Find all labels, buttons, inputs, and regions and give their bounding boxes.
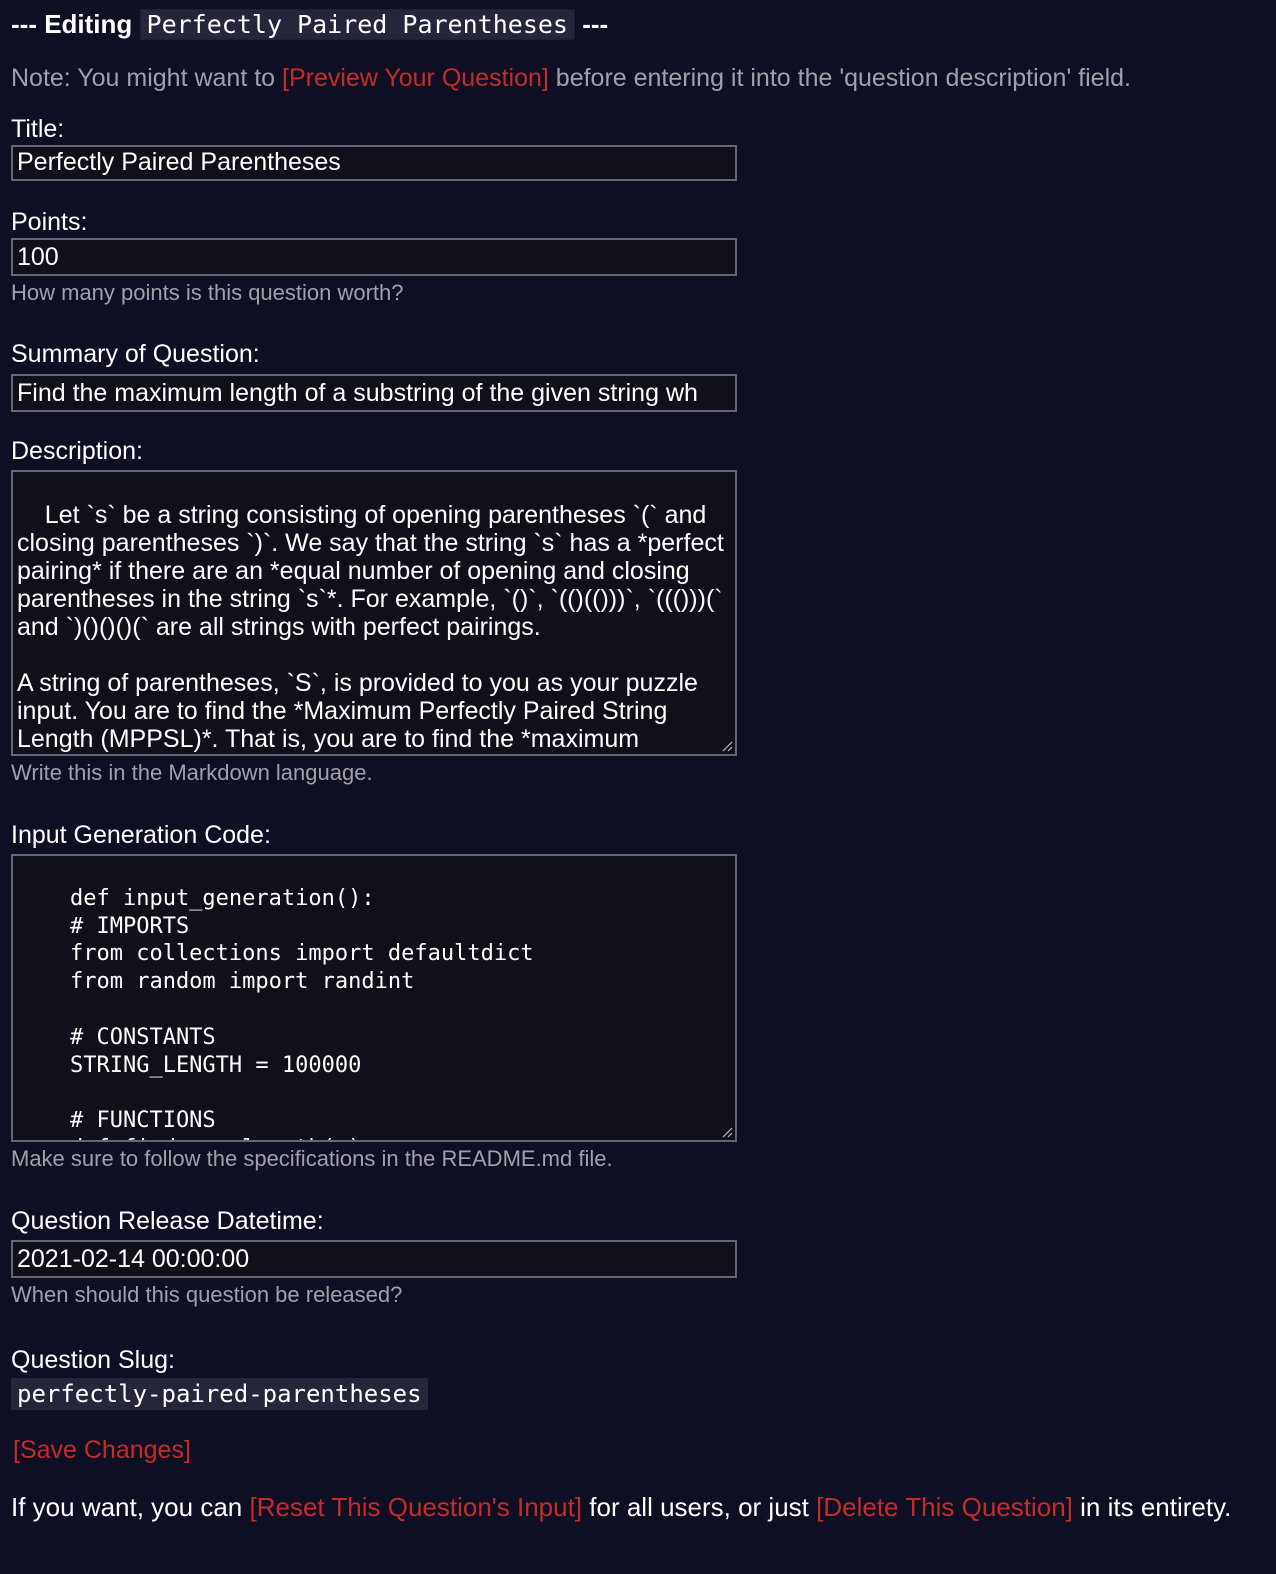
summary-input[interactable]: Find the maximum length of a substring o…: [11, 374, 737, 412]
description-textarea[interactable]: Let `s` be a string consisting of openin…: [11, 470, 737, 756]
page-title-suffix: ---: [582, 9, 609, 39]
title-input[interactable]: Perfectly Paired Parentheses: [11, 145, 737, 181]
edit-question-page: --- Editing Perfectly Paired Parentheses…: [0, 0, 1276, 1524]
points-label: Points:: [11, 208, 88, 236]
delete-question-link[interactable]: [Delete This Question]: [816, 1492, 1073, 1522]
title-label: Title:: [11, 115, 65, 143]
preview-note-before: Note: You might want to: [11, 64, 276, 92]
preview-note: Note: You might want to [Preview Your Qu…: [11, 61, 1265, 95]
title-input-value: Perfectly Paired Parentheses: [17, 148, 341, 176]
question-name-code: Perfectly Paired Parentheses: [139, 9, 575, 40]
resize-grip-icon[interactable]: [721, 740, 733, 752]
input-code-help: Make sure to follow the specifications i…: [11, 1146, 613, 1171]
save-changes-link[interactable]: [Save Changes]: [13, 1436, 191, 1464]
release-datetime-value: 2021-02-14 00:00:00: [17, 1245, 250, 1273]
release-datetime-help: When should this question be released?: [11, 1282, 403, 1307]
page-title: --- Editing Perfectly Paired Parentheses…: [11, 6, 1265, 42]
release-datetime-label: Question Release Datetime:: [11, 1207, 324, 1235]
summary-input-value: Find the maximum length of a substring o…: [17, 379, 698, 407]
input-code-textarea-value: def input_generation(): # IMPORTS from c…: [69, 885, 534, 1140]
points-help: How many points is this question worth?: [11, 280, 404, 305]
footer-middle: for all users, or just: [589, 1492, 809, 1522]
slug-label: Question Slug:: [11, 1346, 175, 1374]
footer-after: in its entirety.: [1080, 1492, 1232, 1522]
points-input-value: 100: [17, 243, 59, 271]
description-textarea-value: Let `s` be a string consisting of openin…: [17, 501, 724, 753]
preview-note-after: before entering it into the 'question de…: [555, 64, 1131, 92]
question-slug: perfectly-paired-parentheses: [11, 1378, 428, 1410]
description-label: Description:: [11, 437, 143, 465]
footer-before: If you want, you can: [11, 1492, 243, 1522]
footer-actions: If you want, you can [Reset This Questio…: [11, 1490, 1265, 1524]
input-code-textarea[interactable]: def input_generation(): # IMPORTS from c…: [11, 854, 737, 1142]
preview-question-link[interactable]: [Preview Your Question]: [282, 64, 549, 92]
reset-input-link[interactable]: [Reset This Question's Input]: [249, 1492, 582, 1522]
page-title-prefix: --- Editing: [11, 9, 133, 39]
input-code-label: Input Generation Code:: [11, 821, 271, 849]
summary-label: Summary of Question:: [11, 340, 260, 368]
points-input[interactable]: 100: [11, 238, 737, 276]
resize-grip-icon[interactable]: [721, 1126, 733, 1138]
release-datetime-input[interactable]: 2021-02-14 00:00:00: [11, 1240, 737, 1278]
description-help: Write this in the Markdown language.: [11, 760, 373, 785]
